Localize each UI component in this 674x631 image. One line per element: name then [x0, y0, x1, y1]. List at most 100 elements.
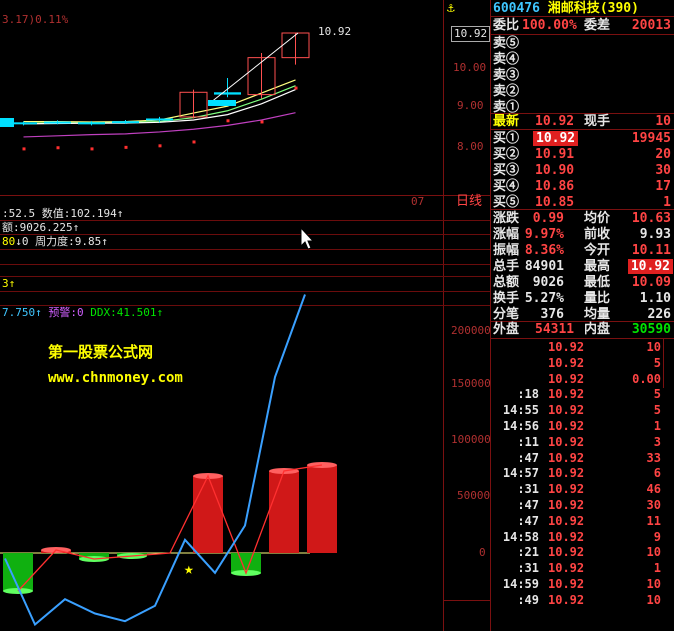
volume-bar — [193, 476, 223, 553]
tick-time: 14:57 — [502, 466, 539, 481]
stock-title: 600476 湘邮科技(390) — [493, 1, 639, 16]
price-axis-tick: 10.00 — [453, 61, 487, 74]
sell-level-row: 卖③ — [493, 67, 674, 84]
tick-time: :49 — [517, 592, 539, 607]
stat-value: 10.63 — [631, 211, 671, 226]
stat-row: 涨幅 9.97% 前收 9.93 — [493, 226, 674, 243]
neipan-label: 内盘 — [584, 322, 611, 337]
buy-level-price: 10.90 — [535, 163, 575, 178]
tick-price: 10.92 — [548, 545, 585, 560]
tick-price: 10.92 — [548, 592, 585, 607]
neipan-value: 30590 — [631, 322, 671, 337]
tick-row: 14:58 10.92 9 — [493, 530, 674, 546]
buy-level-row: 买④ 10.86 17 — [493, 178, 674, 195]
volume-axis: 200000 150000 100000 50000 0 — [443, 318, 491, 578]
weicha-value: 20013 — [631, 18, 671, 33]
tick-price: 10.92 — [548, 371, 585, 386]
tick-row: :31 10.92 1 — [493, 561, 674, 577]
watermark-url: www.chnmoney.com — [48, 370, 183, 386]
buy-level-volume: 17 — [655, 179, 671, 194]
tick-price: 10.92 — [548, 577, 585, 591]
tick-price: 10.92 — [548, 498, 585, 512]
stat-value: 5.27% — [524, 291, 564, 306]
tick-price: 10.92 — [548, 450, 585, 465]
tick-time: 14:56 — [502, 419, 539, 433]
stat-value: 376 — [540, 307, 564, 322]
tick-time: :47 — [517, 498, 539, 512]
buy-level-label: 买① — [493, 131, 520, 146]
tick-price: 10.92 — [548, 529, 585, 544]
buy-level-label: 买⑤ — [493, 195, 520, 210]
tick-row: :47 10.92 33 — [493, 451, 674, 467]
scrollbar[interactable] — [663, 338, 674, 388]
stat-label: 分笔 — [493, 307, 520, 322]
stat-value: 8.36% — [524, 243, 564, 258]
stat-label: 均价 — [584, 211, 611, 226]
stock-count: (390) — [599, 1, 639, 16]
stat-value: 226 — [647, 307, 671, 322]
tick-volume: 10 — [646, 545, 661, 560]
tick-row: :21 10.92 10 — [493, 545, 674, 561]
xianshou-label: 现手 — [584, 114, 611, 129]
sell-level-label: 卖⑤ — [493, 36, 520, 51]
tick-price: 10.92 — [548, 434, 585, 449]
stat-label: 均量 — [584, 307, 611, 322]
waipan-row: 外盘 54311 内盘 30590 — [493, 321, 674, 338]
tick-volume: 6 — [653, 466, 661, 481]
buy-level-volume: 1 — [663, 195, 671, 210]
tick-volume: 10 — [646, 577, 661, 591]
alarm-icon[interactable]: ⚓ — [447, 2, 455, 16]
tick-row: :11 10.92 3 — [493, 435, 674, 451]
sell-level-label: 卖② — [493, 84, 520, 99]
latest-row: 最新 10.92 现手 10 — [493, 113, 674, 130]
latest-label: 最新 — [493, 114, 520, 129]
sell-level-row: 卖② — [493, 83, 674, 100]
stat-row: 振幅 8.36% 今开 10.11 — [493, 242, 674, 259]
tick-volume: 30 — [646, 498, 661, 512]
stat-label: 涨跌 — [493, 211, 520, 226]
tick-volume: 3 — [653, 434, 661, 449]
tick-price: 10.92 — [548, 340, 585, 354]
tick-time: :11 — [517, 434, 539, 449]
period-day-line[interactable]: 日线 — [456, 195, 482, 209]
volume-axis-tick: 200000 — [451, 324, 491, 337]
stat-value: 10.09 — [631, 275, 671, 290]
buy-level-label: 买② — [493, 147, 520, 162]
tick-volume: 5 — [653, 387, 661, 402]
tick-volume: 0.00 — [632, 371, 661, 386]
tick-time: :21 — [517, 545, 539, 560]
tick-time: :47 — [517, 513, 539, 528]
stock-name: 湘邮科技 — [547, 1, 600, 16]
stat-value: 9026 — [532, 275, 564, 290]
tick-row: :49 10.92 10 — [493, 593, 674, 609]
stat-label: 涨幅 — [493, 227, 520, 242]
stat-label: 最高 — [584, 259, 611, 274]
stat-value: 9.93 — [639, 227, 671, 242]
stock-code: 600476 — [493, 1, 540, 16]
tick-volume: 1 — [653, 561, 661, 576]
waipan-value: 54311 — [535, 322, 575, 337]
tick-row: :47 10.92 30 — [493, 498, 674, 514]
volume-axis-tick: 0 — [479, 546, 486, 559]
tick-row: :47 10.92 11 — [493, 514, 674, 530]
price-axis-tick: 8.00 — [457, 140, 484, 153]
stat-label: 今开 — [584, 243, 611, 258]
volume-axis-tick: 50000 — [457, 489, 491, 502]
tick-time: 14:59 — [502, 577, 539, 591]
tick-row: 14:59 10.92 10 — [493, 577, 674, 593]
waipan-label: 外盘 — [493, 322, 520, 337]
tick-volume: 46 — [646, 482, 661, 497]
stat-value: 84901 — [524, 259, 564, 274]
stat-label: 振幅 — [493, 243, 520, 258]
tick-time: :18 — [517, 387, 539, 402]
latest-value: 10.92 — [535, 114, 575, 129]
buy-level-price: 10.86 — [535, 179, 575, 194]
divider — [443, 600, 490, 601]
buy-level-label: 买④ — [493, 179, 520, 194]
tick-row: 10.92 10 — [493, 340, 674, 356]
tick-row: 14:56 10.92 1 — [493, 419, 674, 435]
volume-axis-tick: 150000 — [451, 377, 491, 390]
weibi-label: 委比 — [493, 18, 520, 33]
stat-label: 换手 — [493, 291, 520, 306]
tick-volume: 5 — [653, 355, 661, 370]
